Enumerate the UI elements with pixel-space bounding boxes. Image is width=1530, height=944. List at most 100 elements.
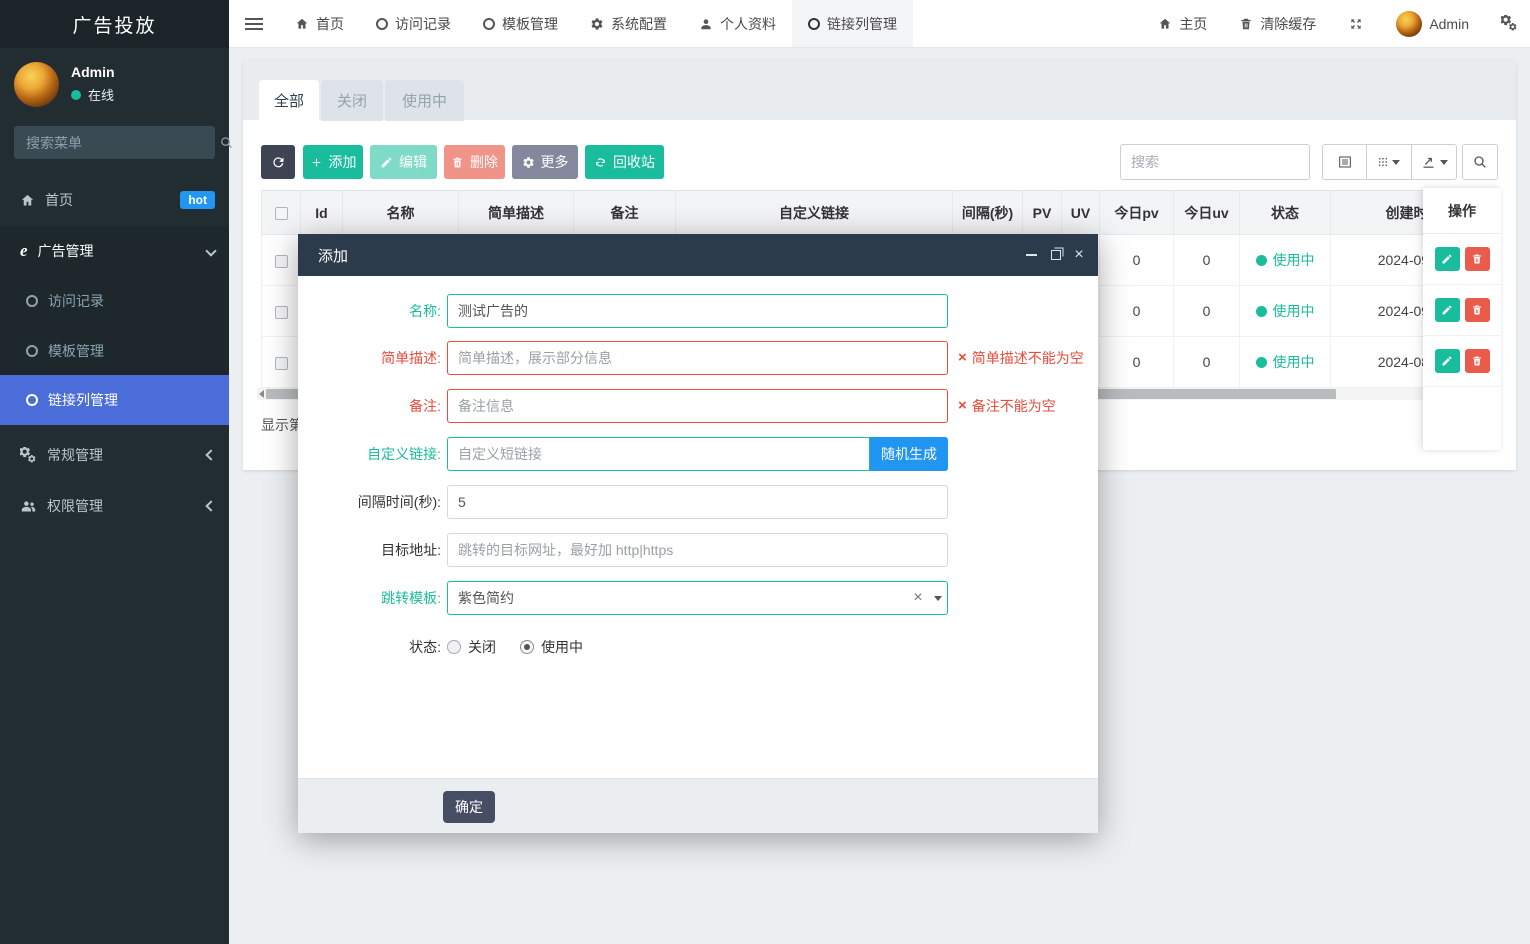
col-header-uv[interactable]: UV — [1061, 190, 1100, 235]
note-input[interactable] — [447, 389, 948, 423]
select-all-checkbox[interactable] — [274, 207, 288, 221]
clear-selection-icon[interactable]: × — [910, 581, 926, 615]
cell-today-uv: 0 — [1173, 234, 1240, 286]
cell-today-pv: 0 — [1099, 285, 1174, 337]
pencil-icon — [1442, 254, 1452, 264]
export-icon — [1422, 157, 1434, 168]
col-header-id[interactable]: Id — [300, 190, 343, 235]
nav-link-label: 清除缓存 — [1260, 15, 1317, 32]
minimize-icon — [1025, 254, 1037, 256]
template-select[interactable]: 紫色简约 — [447, 581, 948, 615]
desc-input[interactable] — [447, 341, 948, 375]
sidebar-item-ad-management[interactable]: e 广告管理 — [0, 226, 229, 276]
recycle-bin-button[interactable]: 回收站 — [585, 145, 664, 179]
add-dialog: 添加 × 名称: 简单描述: ×简单描述不能为空 备注: ×备注不能为空 自定义… — [298, 234, 1098, 833]
more-button[interactable]: 更多 — [512, 145, 578, 179]
export-button[interactable] — [1412, 144, 1457, 180]
sidebar-item-template-management[interactable]: 模板管理 — [0, 326, 229, 376]
template-selected-value: 紫色简约 — [458, 590, 514, 606]
search-icon[interactable] — [219, 135, 234, 150]
sidebar-item-visit-records[interactable]: 访问记录 — [0, 276, 229, 326]
tab-all[interactable]: 全部 — [259, 80, 319, 121]
target-url-input[interactable] — [447, 533, 948, 567]
col-header-note[interactable]: 备注 — [573, 190, 676, 235]
col-header-interval[interactable]: 间隔(秒) — [952, 190, 1023, 235]
nav-settings-button[interactable] — [1485, 0, 1530, 47]
hot-badge: hot — [180, 191, 215, 209]
gear-icon — [591, 17, 603, 30]
pagination-toggle-button[interactable] — [1322, 144, 1367, 180]
nav-tab-home[interactable]: 首页 — [279, 0, 360, 47]
col-header-today-pv[interactable]: 今日pv — [1099, 190, 1174, 235]
columns-button[interactable] — [1367, 144, 1412, 180]
edit-button[interactable]: 编辑 — [370, 145, 437, 179]
row-checkbox[interactable] — [274, 305, 288, 319]
col-header-actions: 操作 — [1423, 188, 1501, 234]
sidebar-item-label: 模板管理 — [48, 343, 104, 359]
row-edit-button[interactable] — [1434, 298, 1460, 322]
nav-tab-system-config[interactable]: 系统配置 — [574, 0, 683, 47]
radio-closed[interactable] — [447, 640, 461, 654]
gears-icon — [1501, 15, 1517, 31]
row-delete-button[interactable] — [1464, 298, 1490, 322]
radio-in-use[interactable] — [520, 640, 534, 654]
dialog-header[interactable]: 添加 × — [298, 234, 1098, 276]
col-header-desc[interactable]: 简单描述 — [458, 190, 574, 235]
tab-in-use[interactable]: 使用中 — [385, 80, 464, 121]
nav-tab-template-management[interactable]: 模板管理 — [467, 0, 574, 47]
col-header-status[interactable]: 状态 — [1239, 190, 1331, 235]
col-header-custom-link[interactable]: 自定义链接 — [675, 190, 953, 235]
sidebar-item-general-management[interactable]: 常规管理 — [0, 430, 229, 480]
nav-clear-cache[interactable]: 清除缓存 — [1223, 0, 1332, 47]
col-header-pv[interactable]: PV — [1022, 190, 1062, 235]
confirm-button[interactable]: 确定 — [443, 791, 495, 823]
custom-link-input[interactable] — [447, 437, 870, 471]
tab-label: 使用中 — [401, 93, 447, 110]
nav-user-menu[interactable]: Admin — [1380, 0, 1485, 47]
sidebar-item-link-management[interactable]: 链接列管理 — [0, 375, 229, 425]
maximize-button[interactable] — [1045, 234, 1067, 276]
search-submit-button[interactable] — [1462, 144, 1498, 180]
sidebar-toggle-button[interactable] — [229, 0, 279, 47]
row-delete-button[interactable] — [1464, 247, 1490, 271]
tab-closed[interactable]: 关闭 — [321, 80, 383, 121]
col-header-name[interactable]: 名称 — [342, 190, 459, 235]
nav-tab-profile[interactable]: 个人资料 — [683, 0, 792, 47]
status-badge: 使用中 — [1255, 301, 1315, 321]
sidebar-item-home[interactable]: 首页 hot — [0, 175, 229, 225]
tab-label: 全部 — [273, 93, 304, 110]
row-checkbox[interactable] — [274, 254, 288, 268]
row-edit-button[interactable] — [1434, 247, 1460, 271]
note-error: × 备注不能为空 — [958, 389, 1056, 423]
fullscreen-button[interactable] — [1332, 0, 1380, 47]
delete-button[interactable]: 删除 — [444, 145, 505, 179]
chevron-down-icon — [205, 245, 217, 257]
caret-down-icon[interactable] — [934, 596, 942, 601]
close-button[interactable]: × — [1068, 234, 1090, 276]
minimize-button[interactable] — [1020, 234, 1042, 276]
cell-today-pv: 0 — [1099, 336, 1174, 388]
dialog-title: 添加 — [318, 247, 349, 265]
random-generate-button[interactable]: 随机生成 — [870, 437, 948, 471]
sidebar-search-input[interactable] — [14, 134, 219, 151]
refresh-button[interactable] — [261, 145, 295, 179]
row-checkbox[interactable] — [274, 356, 288, 370]
status-dot — [1255, 356, 1267, 368]
nav-tab-visit-records[interactable]: 访问记录 — [360, 0, 467, 47]
name-input[interactable] — [447, 294, 948, 328]
button-label: 编辑 — [399, 154, 427, 170]
row-actions — [1423, 285, 1501, 336]
sidebar-item-permission-management[interactable]: 权限管理 — [0, 481, 229, 531]
col-header-today-uv[interactable]: 今日uv — [1173, 190, 1240, 235]
table-search-input[interactable] — [1120, 144, 1310, 180]
button-label: 更多 — [540, 154, 569, 170]
row-edit-button[interactable] — [1434, 349, 1460, 373]
nav-home-link[interactable]: 主页 — [1142, 0, 1223, 47]
interval-input[interactable] — [447, 485, 948, 519]
row-delete-button[interactable] — [1464, 349, 1490, 373]
fullscreen-icon — [1351, 18, 1361, 29]
scroll-left-arrow[interactable] — [259, 390, 264, 398]
add-button[interactable]: 添加 — [303, 145, 363, 179]
pagination-info: 显示第 — [261, 417, 303, 433]
nav-tab-link-management[interactable]: 链接列管理 — [792, 0, 913, 47]
